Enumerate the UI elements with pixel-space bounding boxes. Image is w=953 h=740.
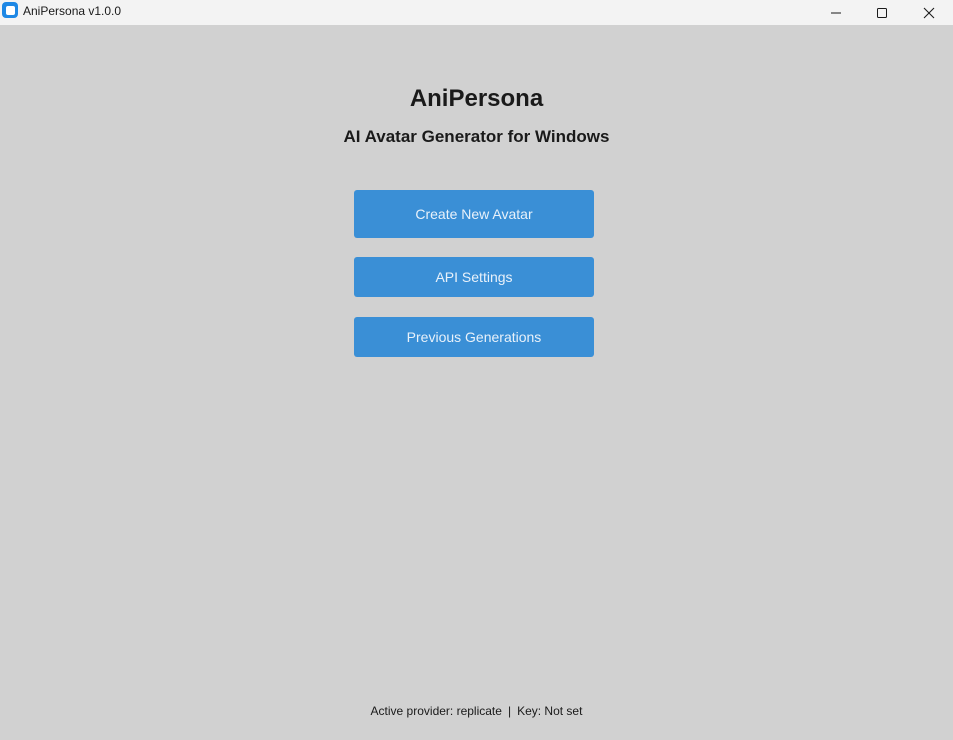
title-bar[interactable]: AniPersona v1.0.0 xyxy=(0,0,953,25)
status-key: Key: Not set xyxy=(517,704,583,718)
page-subtitle: AI Avatar Generator for Windows xyxy=(343,127,610,146)
close-button[interactable] xyxy=(906,0,952,25)
api-settings-button[interactable]: API Settings xyxy=(354,257,594,297)
close-icon xyxy=(923,7,935,18)
status-separator: | xyxy=(507,704,512,718)
previous-generations-button[interactable]: Previous Generations xyxy=(354,317,594,357)
window-title: AniPersona v1.0.0 xyxy=(23,4,122,18)
page-title: AniPersona xyxy=(409,85,544,112)
status-provider: Active provider: replicate xyxy=(370,704,502,718)
minimize-button[interactable] xyxy=(813,0,859,25)
status-bar: Active provider: replicate | Key: Not set xyxy=(0,704,953,718)
maximize-icon xyxy=(877,7,887,18)
create-new-avatar-button[interactable]: Create New Avatar xyxy=(354,190,594,238)
app-window: AniPersona v1.0.0 AniPersona AI Avatar G… xyxy=(0,0,953,740)
minimize-icon xyxy=(831,12,841,13)
app-icon xyxy=(2,2,18,18)
maximize-button[interactable] xyxy=(859,0,905,25)
main-content: AniPersona AI Avatar Generator for Windo… xyxy=(0,25,953,740)
